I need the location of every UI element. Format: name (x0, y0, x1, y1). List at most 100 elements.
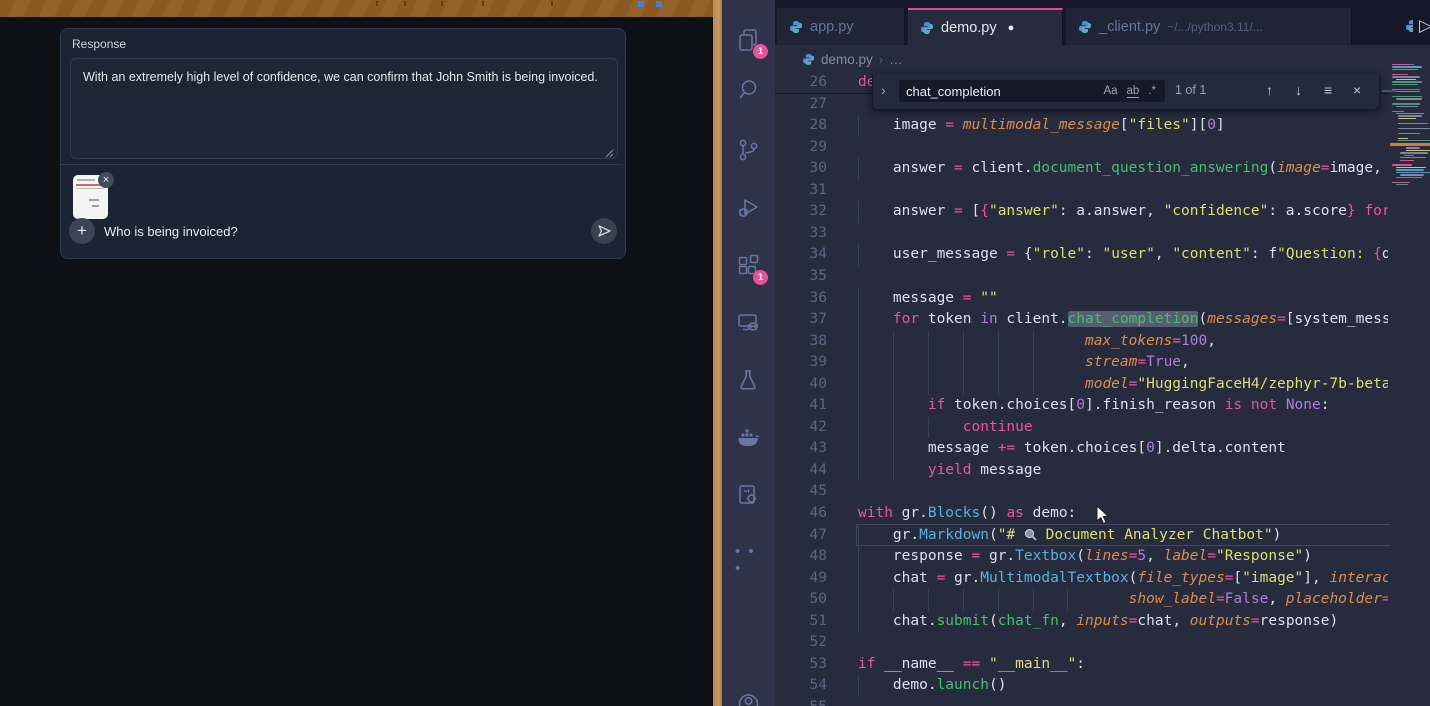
code-token: chat, (1137, 613, 1189, 629)
code-line: demo.launch() (858, 675, 1388, 697)
send-button[interactable] (591, 218, 617, 244)
code-token: interac (1329, 570, 1388, 586)
find-close-button[interactable]: × (1353, 82, 1361, 98)
find-input[interactable]: chat_completion Aa ab .* (899, 80, 1165, 102)
code-token: ][ (1190, 117, 1207, 133)
breadcrumb-more[interactable]: … (889, 52, 903, 67)
code-token: image (1277, 160, 1321, 176)
regex-toggle[interactable]: .* (1148, 85, 1156, 97)
code-token: () (980, 505, 1006, 521)
minimap[interactable] (1390, 45, 1430, 706)
code-token: "content" (1172, 246, 1251, 262)
code-token: message (858, 440, 998, 456)
line-number: 32 (777, 201, 827, 223)
line-number: 39 (777, 352, 827, 374)
whole-word-toggle[interactable]: ab (1127, 85, 1140, 98)
sidebar-item-account[interactable] (735, 692, 762, 706)
line-number: 26 (777, 72, 827, 94)
code-token: gr. (980, 548, 1015, 564)
code-token: = (945, 117, 954, 133)
code-token: , (1268, 591, 1285, 607)
tab-client-py[interactable]: _client.py ~/.../python3.11/... (1066, 8, 1352, 45)
find-previous-button[interactable]: ↑ (1266, 82, 1273, 98)
response-textarea[interactable]: With an extremely high level of confiden… (70, 58, 618, 159)
tab-demo-py[interactable]: demo.py ● (908, 8, 1063, 45)
sidebar-item-code-settings[interactable] (735, 482, 762, 509)
topbar-tick (441, 1, 443, 6)
python-icon (802, 53, 815, 66)
find-next-button[interactable]: ↓ (1295, 82, 1302, 98)
code-line: model="HuggingFaceH4/zephyr-7b-beta (858, 374, 1388, 396)
indent-guide (963, 374, 964, 396)
explorer-badge: 1 (753, 44, 768, 59)
code-token: submit (937, 613, 989, 629)
code-token: gr. (945, 570, 980, 586)
minimap-code-row (1398, 118, 1416, 119)
code-token: continue (858, 419, 1033, 435)
sidebar-item-more-tools[interactable]: • • • (735, 543, 762, 570)
code-token: = (954, 160, 963, 176)
topbar-tick (376, 1, 378, 6)
line-number: 47 (777, 525, 827, 547)
code-line: for token in client.chat_completion(mess… (858, 309, 1388, 331)
code-token: , (1059, 613, 1076, 629)
code-token: "user" (1102, 246, 1154, 262)
code-token: None (1286, 397, 1321, 413)
code-line: stream=True, (858, 352, 1388, 374)
find-query[interactable]: chat_completion (899, 84, 1103, 99)
gradio-window: Response With an extremely high level of… (0, 17, 713, 706)
find-widget-sash[interactable] (1382, 90, 1396, 92)
minimap-code-row (1392, 111, 1404, 112)
code-token: demo. (858, 677, 937, 693)
breadcrumb: demo.py › … (775, 45, 1430, 73)
line-number: 27 (777, 94, 827, 116)
code-token: inputs (1076, 613, 1128, 629)
find-in-selection-button[interactable]: ≡ (1324, 82, 1332, 98)
indent-guide (1067, 589, 1068, 611)
code-token (954, 117, 963, 133)
sidebar-item-explorer[interactable]: 1 (735, 27, 762, 54)
sidebar-item-docker[interactable] (735, 425, 762, 452)
extensions-badge: 1 (753, 270, 768, 285)
find-expand-chevron[interactable]: › (881, 82, 886, 98)
sidebar-item-run-debug[interactable] (735, 195, 762, 222)
run-file-button[interactable]: ▷ (1419, 16, 1430, 36)
code-token: yield (858, 462, 972, 478)
code-token: chat_fn (998, 613, 1059, 629)
vscode-window: 1 (722, 0, 1430, 706)
resize-handle[interactable] (604, 145, 614, 155)
tab-description: ~/.../python3.11/... (1167, 20, 1263, 34)
code-line (858, 266, 1388, 288)
minimap-code-row (1392, 182, 1410, 183)
code-line: message = "" (858, 288, 1388, 310)
indent-guide (928, 417, 929, 439)
indent-guide (928, 589, 929, 611)
add-file-button[interactable]: + (69, 218, 95, 244)
line-number: 28 (777, 115, 827, 137)
sidebar-item-remote-explorer[interactable] (735, 310, 762, 337)
indent-guide (858, 525, 859, 547)
sidebar-item-extensions[interactable]: 1 (735, 253, 762, 280)
remove-attachment-button[interactable]: × (98, 172, 114, 188)
sidebar-item-testing[interactable] (735, 367, 762, 394)
code-token: file_types (1137, 570, 1224, 586)
code-token: answer (858, 203, 954, 219)
code-line (858, 632, 1388, 654)
breadcrumb-file[interactable]: demo.py (821, 52, 873, 67)
code-line: answer = [{"answer": a.answer, "confiden… (858, 201, 1388, 223)
code-token: stream (1085, 354, 1137, 370)
indent-guide (858, 115, 859, 137)
code-token: user_message (858, 246, 1006, 262)
tab-app-py[interactable]: app.py (777, 8, 905, 45)
code-token: = (937, 570, 946, 586)
chat-input[interactable]: Who is being invoiced? (104, 224, 238, 239)
match-case-toggle[interactable]: Aa (1103, 85, 1117, 97)
sidebar-item-source-control[interactable] (735, 137, 762, 164)
code-token: token.choices[ (1015, 440, 1146, 456)
line-number: 45 (777, 481, 827, 503)
code-token: answer (858, 160, 954, 176)
topbar-tick (404, 1, 406, 6)
sidebar-item-search[interactable] (735, 77, 762, 104)
indent-guide (858, 589, 859, 611)
indent-guide (998, 331, 999, 353)
